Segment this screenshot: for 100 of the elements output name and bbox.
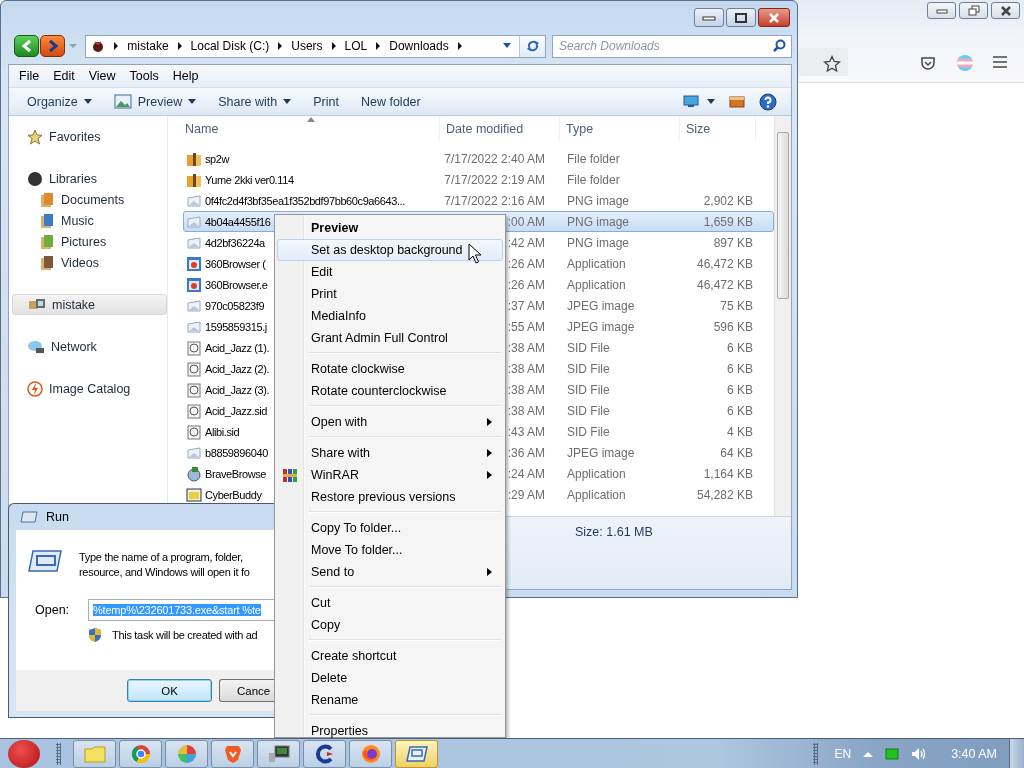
menu-item[interactable]: Restore previous versions (277, 486, 503, 508)
breadcrumb[interactable]: Local Disk (C:) (190, 39, 270, 53)
url-field[interactable] (798, 48, 848, 76)
search-field[interactable]: Search Downloads (552, 34, 792, 58)
file-name[interactable]: 360Browser ( (205, 257, 266, 270)
nav-item[interactable]: Libraries (9, 168, 167, 189)
file-name[interactable]: Acid_Jazz (3). (205, 383, 270, 396)
menu-item[interactable]: Share with (277, 442, 503, 464)
menu-item[interactable]: Create shortcut (277, 645, 503, 667)
menu-bar-item[interactable]: Tools (122, 67, 166, 85)
menu-item[interactable]: Cut (277, 592, 503, 614)
nav-item[interactable]: Videos (9, 252, 167, 273)
toolbar-button[interactable]: Share with (210, 91, 300, 112)
file-name[interactable]: Acid_Jazz (1). (205, 341, 270, 354)
menu-item[interactable]: Open with (277, 411, 503, 433)
menu-bar-item[interactable]: Edit (46, 67, 82, 85)
restore-button[interactable] (959, 2, 988, 19)
maximize-icon (734, 12, 748, 23)
menu-item[interactable]: Rotate clockwise (277, 358, 503, 380)
file-name[interactable]: 1595859315.j (205, 320, 267, 333)
taskbar-button[interactable] (395, 739, 438, 768)
file-name[interactable]: 4d2bf36224a (205, 236, 265, 249)
menu-icon[interactable] (992, 55, 1008, 69)
maximize-button[interactable] (726, 8, 756, 27)
run-window-icon (20, 511, 38, 523)
nav-item[interactable]: Favorites (9, 126, 167, 147)
menu-item[interactable]: Move To folder... (277, 539, 503, 561)
menu-item[interactable]: Grant Admin Full Control (277, 327, 503, 349)
dialog-button[interactable]: OK (127, 679, 212, 702)
caret-icon[interactable] (502, 42, 512, 50)
minimize-button[interactable] (927, 2, 956, 19)
ring-logo-icon (130, 743, 151, 764)
menu-item[interactable]: Edit (277, 261, 503, 283)
pocket-icon[interactable] (920, 55, 936, 71)
breadcrumb[interactable]: Users (291, 39, 323, 53)
menu-item[interactable]: Rename (277, 689, 503, 711)
menu-bar-item[interactable]: View (81, 67, 123, 85)
file-name[interactable]: Acid_Jazz.sid (205, 404, 268, 417)
table-cell: 6 KB (727, 403, 753, 418)
menu-bar-item[interactable]: File (12, 67, 47, 85)
menu-item[interactable]: MediaInfo (277, 305, 503, 327)
file-name[interactable]: 4b04a4455f16 (205, 215, 271, 228)
volume-icon[interactable] (911, 746, 928, 761)
nav-item[interactable]: Pictures (9, 231, 167, 252)
file-name[interactable]: 360Browser.e (205, 278, 268, 291)
address-bar[interactable]: mistake Local Disk (C:) Users LOL Downloads (85, 34, 546, 58)
bookmark-star-icon[interactable] (823, 55, 841, 73)
menu-item[interactable]: Preview (277, 217, 503, 239)
dialog-button[interactable]: Cance (219, 679, 276, 702)
toolbar-button[interactable]: Organize (19, 91, 100, 112)
menu-item[interactable]: Properties (277, 720, 503, 742)
toolbar-button[interactable]: New folder (352, 91, 429, 112)
taskbar-button[interactable] (349, 739, 392, 768)
toolbar-button[interactable]: Print (305, 91, 347, 112)
back-button[interactable] (14, 35, 39, 57)
close-button[interactable] (991, 2, 1020, 19)
file-name[interactable]: 970c05823f9 (205, 299, 265, 312)
menu-item[interactable]: Set as desktop background (277, 239, 503, 261)
file-name[interactable]: 0f4fc2d4f3bf35ea1f352bdf97bb60c9a6643... (205, 194, 405, 207)
nav-item[interactable]: Documents (9, 189, 167, 210)
file-name[interactable]: sp2w (205, 152, 230, 165)
breadcrumb[interactable]: Downloads (389, 39, 449, 53)
column-header[interactable]: Date modified (440, 116, 560, 142)
start-button[interactable] (8, 739, 40, 768)
show-desktop-button[interactable] (1009, 739, 1024, 768)
monitor-icon (683, 95, 699, 108)
minimize-button[interactable] (694, 8, 724, 27)
restore-icon (967, 5, 980, 16)
show-hidden-icons-icon[interactable] (863, 750, 874, 757)
menu-item[interactable]: Copy To folder... (277, 517, 503, 539)
nav-item[interactable]: Image Catalog (9, 378, 167, 399)
nav-item[interactable]: mistake (12, 294, 167, 315)
menu-item[interactable]: Print (277, 283, 503, 305)
menu-item[interactable]: Send to (277, 561, 503, 583)
file-name[interactable]: Alibi.sid (205, 425, 240, 438)
forward-button[interactable] (40, 35, 65, 57)
file-name[interactable]: Yume 2kki ver0.114 (205, 173, 294, 186)
scrollbar-thumb[interactable] (777, 132, 789, 299)
file-name[interactable]: Acid_Jazz (2). (205, 362, 270, 375)
scrollbar[interactable] (774, 116, 791, 516)
column-header[interactable]: Type (560, 116, 680, 142)
file-name[interactable]: BraveBrowse (205, 467, 266, 480)
file-name[interactable]: CyberBuddy (205, 488, 262, 501)
breadcrumb[interactable]: mistake (127, 39, 169, 53)
refresh-button[interactable] (519, 35, 545, 57)
submenu-arrow-icon (487, 568, 492, 576)
file-name[interactable]: b8859896040 (205, 446, 268, 459)
breadcrumb[interactable]: LOL (344, 39, 368, 53)
menu-item[interactable]: Rotate counterclockwise (277, 380, 503, 402)
menu-item[interactable]: Delete (277, 667, 503, 689)
toolbar-button[interactable]: Preview (105, 91, 205, 112)
menu-item[interactable]: Copy (277, 614, 503, 636)
menu-bar-item[interactable]: Help (165, 67, 206, 85)
menu-item[interactable]: WinRAR (277, 464, 503, 486)
close-button[interactable] (758, 8, 790, 27)
nav-item[interactable]: Music (9, 210, 167, 231)
taskbar-button[interactable] (303, 739, 346, 768)
column-header[interactable]: Size (680, 116, 756, 142)
taskbar-button[interactable] (257, 739, 300, 768)
nav-item[interactable]: Network (9, 336, 167, 357)
